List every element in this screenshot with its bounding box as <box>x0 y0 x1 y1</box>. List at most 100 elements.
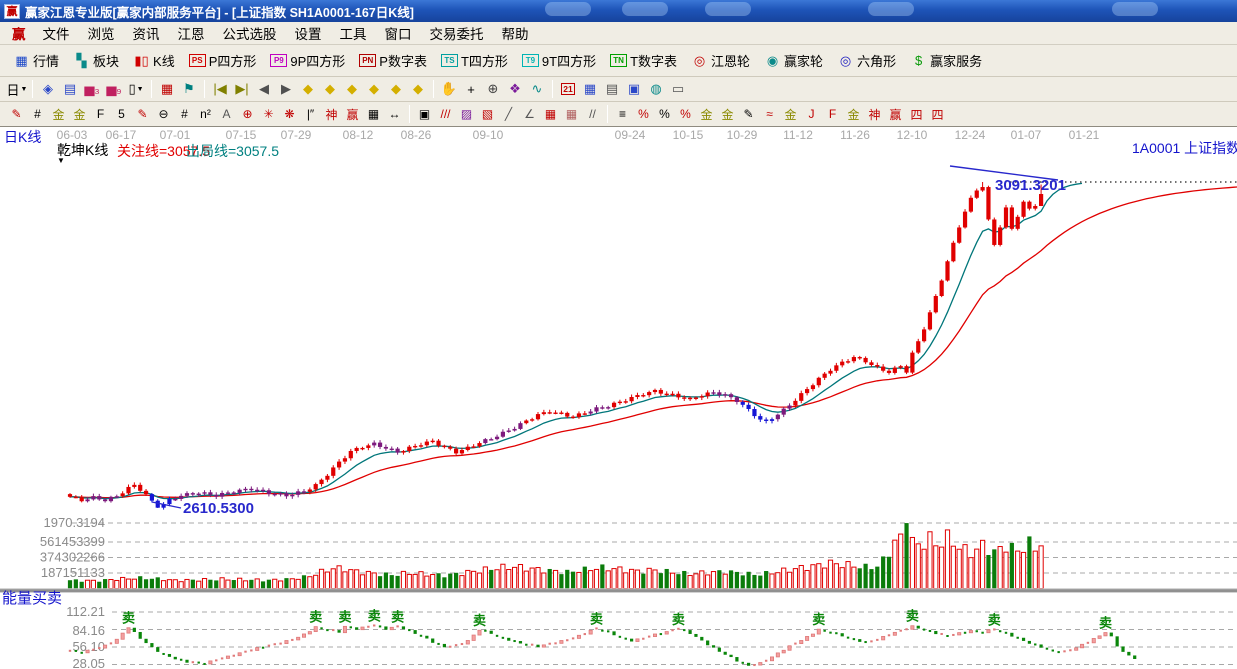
draw-si-angle-2[interactable]: 四 <box>927 104 948 124</box>
draw-red-grid[interactable]: ▧ <box>477 104 498 124</box>
draw-gold-circle[interactable]: 金 <box>696 104 717 124</box>
draw-pct[interactable]: % <box>654 104 675 124</box>
draw-web-2[interactable]: ❋ <box>279 104 300 124</box>
btn-winner-wheel[interactable]: ◉赢家轮 <box>757 48 830 73</box>
tool-diamond-expand[interactable]: ◆ <box>385 79 407 100</box>
btn-kline[interactable]: ▮▯K线 <box>126 48 182 73</box>
draw-five-grid[interactable]: 5 <box>111 104 132 124</box>
btn-hexagon[interactable]: ◎六角形 <box>830 48 903 73</box>
menu-item-3[interactable]: 资讯 <box>124 21 169 45</box>
menu-item-5[interactable]: 公式选股 <box>214 21 286 45</box>
tool-gann-shape[interactable]: ❖ <box>504 79 526 100</box>
btn-gann-wheel[interactable]: ◎江恩轮 <box>684 48 757 73</box>
tool-red-lattice[interactable]: ▦ <box>156 79 178 100</box>
menu-logo[interactable]: 赢 <box>4 23 34 43</box>
menu-item-6[interactable]: 设置 <box>286 21 331 45</box>
tool-magnifier[interactable]: ⊕ <box>482 79 504 100</box>
btn-quotes[interactable]: ▦行情 <box>6 48 66 73</box>
draw-f-angle[interactable]: F <box>822 104 843 124</box>
draw-gold-angle[interactable]: 金 <box>780 104 801 124</box>
menu-item-9[interactable]: 交易委托 <box>421 21 493 45</box>
btn-p-square[interactable]: PSP四方形 <box>182 48 264 73</box>
tool-gann-net[interactable]: ◈ <box>37 79 59 100</box>
draw-gold-angle-2[interactable]: 金 <box>843 104 864 124</box>
tool-first-page[interactable]: |◀ <box>209 79 231 100</box>
tool-bars-3[interactable]: ▅₃ <box>81 79 103 100</box>
draw-f-grid[interactable]: F <box>90 104 111 124</box>
draw-pen-2[interactable]: ✎ <box>132 104 153 124</box>
btn-9p-square[interactable]: P99P四方形 <box>263 48 352 73</box>
menu-item-8[interactable]: 窗口 <box>376 21 421 45</box>
chevron-down-icon[interactable]: ▼ <box>57 157 65 166</box>
draw-n-square[interactable]: n² <box>195 104 216 124</box>
tool-save[interactable]: ▣ <box>623 79 645 100</box>
btn-t-table[interactable]: TNT数字表 <box>603 48 684 73</box>
draw-shen-grid[interactable]: 神 <box>321 104 342 124</box>
tool-calculator[interactable]: ▦ <box>579 79 601 100</box>
tool-flag[interactable]: ⚑ <box>178 79 200 100</box>
draw-shen-angle[interactable]: 神 <box>864 104 885 124</box>
tool-print[interactable]: ▭ <box>667 79 689 100</box>
draw-gold-grid-2[interactable]: 金 <box>69 104 90 124</box>
draw-web[interactable]: ✳ <box>258 104 279 124</box>
draw-a-line[interactable]: A <box>216 104 237 124</box>
draw-vol-bars[interactable]: ≡ <box>612 104 633 124</box>
tool-wave-shape[interactable]: ∿ <box>526 79 548 100</box>
menu-item-2[interactable]: 浏览 <box>79 21 124 45</box>
draw-pen[interactable]: ✎ <box>6 104 27 124</box>
draw-purple-grid[interactable]: ▨ <box>456 104 477 124</box>
btn-sectors[interactable]: ▚板块 <box>66 48 126 73</box>
draw-gold-grid[interactable]: 金 <box>48 104 69 124</box>
draw-target[interactable]: ⊕ <box>237 104 258 124</box>
draw-grid-123[interactable]: ▦ <box>363 104 384 124</box>
tool-web[interactable]: ◍ <box>645 79 667 100</box>
draw-ying-angle[interactable]: 赢 <box>885 104 906 124</box>
draw-hash-2[interactable]: # <box>174 104 195 124</box>
draw-check[interactable]: ∠ <box>519 104 540 124</box>
tool-last-page[interactable]: ▶| <box>231 79 253 100</box>
draw-red-grid-2[interactable]: ▦ <box>540 104 561 124</box>
tool-bars-9[interactable]: ▅₉ <box>103 79 125 100</box>
tool-info-panel[interactable]: ▤ <box>59 79 81 100</box>
draw-ying-grid[interactable]: 赢 <box>342 104 363 124</box>
draw-pen-3[interactable]: ✎ <box>738 104 759 124</box>
tool-crosshair[interactable]: + <box>460 79 482 100</box>
tool-period-day[interactable]: 日▼ <box>6 79 28 100</box>
app-icon[interactable]: 赢 <box>4 4 20 19</box>
menu-item-4[interactable]: 江恩 <box>169 21 214 45</box>
tool-hand[interactable]: ✋ <box>438 79 460 100</box>
draw-bar-quote[interactable]: |″ <box>300 104 321 124</box>
tool-diamond-left[interactable]: ◆ <box>297 79 319 100</box>
tool-prev[interactable]: ◀ <box>253 79 275 100</box>
menu-item-10[interactable]: 帮助 <box>493 21 538 45</box>
draw-pct-angle[interactable]: % <box>633 104 654 124</box>
tool-diamond-expand-h[interactable]: ◆ <box>341 79 363 100</box>
tool-diamond-right[interactable]: ◆ <box>319 79 341 100</box>
draw-si-angle[interactable]: 四 <box>906 104 927 124</box>
draw-hash[interactable]: # <box>27 104 48 124</box>
tool-calendar[interactable]: 21 <box>557 79 579 100</box>
tool-candle-style[interactable]: ▯▼ <box>125 79 147 100</box>
draw-gold-lines[interactable]: 金 <box>717 104 738 124</box>
tool-notes[interactable]: ▤ <box>601 79 623 100</box>
draw-pct-line[interactable]: % <box>675 104 696 124</box>
btn-9t-square[interactable]: T99T四方形 <box>515 48 603 73</box>
tool-next[interactable]: ▶ <box>275 79 297 100</box>
draw-diag[interactable]: ╱ <box>498 104 519 124</box>
btn-t-square[interactable]: TST四方形 <box>434 48 515 73</box>
kline-chart[interactable]: 1970.3194561453399374302266187151133112.… <box>0 127 1237 669</box>
tool-diamond-compress[interactable]: ◆ <box>407 79 429 100</box>
draw-h-arrows[interactable]: ↔ <box>384 104 405 124</box>
btn-p-table[interactable]: PNP数字表 <box>352 48 434 73</box>
menu-item-7[interactable]: 工具 <box>331 21 376 45</box>
tool-diamond-compress-h[interactable]: ◆ <box>363 79 385 100</box>
draw-rays[interactable]: /// <box>435 104 456 124</box>
draw-j-angle[interactable]: J <box>801 104 822 124</box>
draw-circle-lines[interactable]: ⊖ <box>153 104 174 124</box>
draw-red-grid-3[interactable]: ▦ <box>561 104 582 124</box>
draw-wave[interactable]: ≈ <box>759 104 780 124</box>
draw-box[interactable]: ▣ <box>414 104 435 124</box>
btn-winner-service[interactable]: $赢家服务 <box>903 48 989 73</box>
menu-item-1[interactable]: 文件 <box>34 21 79 45</box>
draw-diag-2[interactable]: // <box>582 104 603 124</box>
